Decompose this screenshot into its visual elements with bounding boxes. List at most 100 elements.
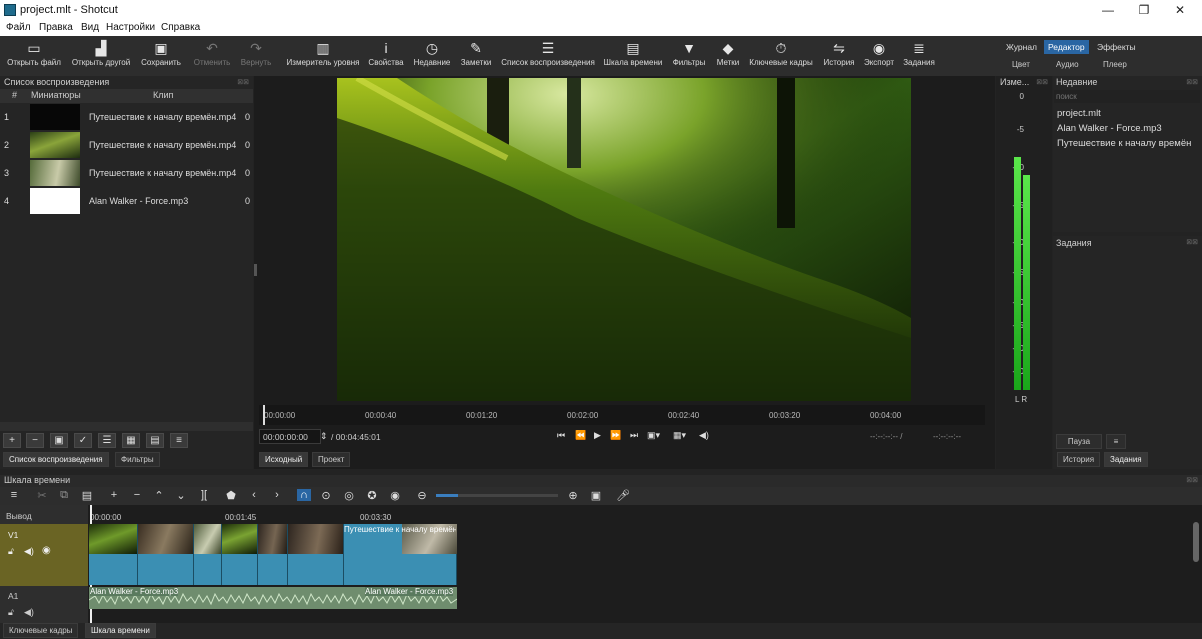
scrub-icon[interactable]: ⊙ xyxy=(319,489,333,502)
mute-icon[interactable]: ◀︎) xyxy=(24,607,34,618)
volume-icon[interactable]: ◀︎) xyxy=(699,430,709,441)
ripple-markers-icon[interactable]: ◉ xyxy=(388,489,402,502)
layout-player[interactable]: Плеер xyxy=(1103,60,1127,69)
next-marker-icon[interactable]: › xyxy=(270,489,284,501)
rewind-icon[interactable]: ⏪ xyxy=(575,430,586,441)
export-button[interactable]: ◉ Экспорт xyxy=(862,38,896,74)
lock-icon[interactable]: 🔓︎ xyxy=(8,546,14,557)
marker-icon[interactable]: ⬟ xyxy=(224,489,238,502)
playlist-check-button[interactable]: ✓ xyxy=(74,433,92,448)
zoom-in-icon[interactable]: ⊕ xyxy=(566,489,580,502)
zoom-fit-icon[interactable]: ▣ xyxy=(589,489,603,502)
viewer-time-ruler[interactable]: 00:00:00 00:00:40 00:01:20 00:02:00 00:0… xyxy=(259,405,985,425)
menu-edit[interactable]: Правка xyxy=(39,22,73,33)
video-clip[interactable] xyxy=(89,524,138,585)
playlist-add-button[interactable]: + xyxy=(3,433,21,448)
timecode-field[interactable]: 00:00:00:00 xyxy=(259,429,321,444)
dock-float-icon[interactable]: ⊠⊠ xyxy=(237,78,249,86)
tab-filters[interactable]: Фильтры xyxy=(115,452,160,467)
jobs-button[interactable]: ≣ Задания xyxy=(900,38,938,74)
playlist-details-view-button[interactable]: ☰ xyxy=(98,433,116,448)
recent-item[interactable]: Путешествие к началу времён xyxy=(1057,138,1197,149)
playlist-hscrollbar[interactable] xyxy=(0,422,253,431)
open-other-button[interactable]: ▟ Открыть другой xyxy=(68,38,134,74)
recent-item[interactable]: project.mlt xyxy=(1057,108,1197,119)
paste-icon[interactable]: ▤ xyxy=(80,489,94,502)
menu-settings[interactable]: Настройки xyxy=(106,22,155,33)
timeline-menu-icon[interactable]: ≡ xyxy=(7,489,21,501)
playlist-row[interactable]: 2 Путешествие к началу времён.mp4 0 xyxy=(0,131,253,159)
video-clip[interactable] xyxy=(194,524,222,585)
playlist-row[interactable]: 3 Путешествие к началу времён.mp4 0 xyxy=(0,159,253,187)
fast-forward-icon[interactable]: ⏩ xyxy=(610,430,621,441)
recent-item[interactable]: Alan Walker - Force.mp3 xyxy=(1057,123,1197,134)
lift-icon[interactable]: ⌃ xyxy=(152,489,166,502)
zoom-out-icon[interactable]: ⊖ xyxy=(415,489,429,502)
redo-button[interactable]: ↷ Вернуть xyxy=(236,38,276,74)
layout-editing[interactable]: Редактор xyxy=(1044,40,1089,54)
video-clip[interactable] xyxy=(222,524,258,585)
audio-track-header-a1[interactable]: A1 🔓︎ ◀︎) xyxy=(0,588,88,623)
playhead[interactable] xyxy=(263,405,265,425)
skip-to-end-icon[interactable]: ⏭ xyxy=(630,430,638,441)
filters-button[interactable]: ▼ Фильтры xyxy=(670,38,708,74)
cut-icon[interactable]: ✂ xyxy=(35,489,49,502)
tab-source[interactable]: Исходный xyxy=(259,452,309,467)
grid-icon[interactable]: ▦▾ xyxy=(673,430,686,441)
tab-timeline[interactable]: Шкала времени xyxy=(85,623,156,638)
mute-icon[interactable]: ◀︎) xyxy=(24,546,34,557)
zoom-slider[interactable] xyxy=(436,494,558,497)
tab-project[interactable]: Проект xyxy=(312,452,351,467)
history-button[interactable]: ⇋ История xyxy=(820,38,858,74)
recent-button[interactable]: ◷ Недавние xyxy=(410,38,454,74)
prev-marker-icon[interactable]: ‹ xyxy=(247,489,261,501)
close-button[interactable]: ✕ xyxy=(1162,0,1198,20)
overwrite-icon[interactable]: ⌄ xyxy=(174,489,188,502)
tab-jobs[interactable]: Задания xyxy=(1104,452,1148,467)
ripple-all-icon[interactable]: ✪ xyxy=(365,489,379,502)
play-icon[interactable]: ▶ xyxy=(594,430,601,441)
playlist-tiles-view-button[interactable]: ▦ xyxy=(122,433,140,448)
zoom-icon[interactable]: ▣▾ xyxy=(647,430,660,441)
video-clip[interactable] xyxy=(138,524,194,585)
playlist-menu-button[interactable]: ≡ xyxy=(170,433,188,448)
playlist-update-button[interactable]: ▣ xyxy=(50,433,68,448)
remove-icon[interactable]: − xyxy=(130,489,144,501)
properties-button[interactable]: i Свойства xyxy=(366,38,406,74)
dock-float-icon[interactable]: ⊠⊠ xyxy=(1186,238,1198,246)
spin-arrows-icon[interactable]: ⇕ xyxy=(320,431,328,442)
tab-keyframes[interactable]: Ключевые кадры xyxy=(3,623,79,638)
video-clip[interactable] xyxy=(258,524,288,585)
notes-button[interactable]: ✎ Заметки xyxy=(457,38,495,74)
audio-meter-button[interactable]: ▥ Измеритель уровня xyxy=(284,38,362,74)
playlist-icons-view-button[interactable]: ▤ xyxy=(146,433,164,448)
visibility-eye-icon[interactable]: ◉ xyxy=(42,545,51,556)
col-number[interactable]: # xyxy=(12,90,17,100)
col-thumbnails[interactable]: Миниатюры xyxy=(31,90,81,100)
playlist-row[interactable]: 1 Путешествие к началу времён.mp4 0 xyxy=(0,103,253,131)
playlist-button[interactable]: ☰ Список воспроизведения xyxy=(499,38,597,74)
col-clip[interactable]: Клип xyxy=(153,90,173,100)
audio-clip[interactable]: Alan Walker - Force.mp3 Alan Walker - Fo… xyxy=(89,587,457,609)
layout-fx[interactable]: Эффекты xyxy=(1093,40,1140,54)
split-icon[interactable]: ][ xyxy=(197,489,211,501)
save-button[interactable]: ▣ Сохранить xyxy=(138,38,184,74)
dock-float-icon[interactable]: ⊠⊠ xyxy=(1186,476,1198,484)
dock-float-icon[interactable]: ⊠⊠ xyxy=(1036,78,1048,86)
minimize-button[interactable]: — xyxy=(1090,0,1126,20)
recent-search-input[interactable] xyxy=(1054,90,1200,103)
menu-view[interactable]: Вид xyxy=(81,22,99,33)
dock-float-icon[interactable]: ⊠⊠ xyxy=(1186,78,1198,86)
undo-button[interactable]: ↶ Отменить xyxy=(190,38,234,74)
viewer-splitter[interactable] xyxy=(254,264,257,276)
layout-color[interactable]: Цвет xyxy=(1012,60,1030,69)
menu-help[interactable]: Справка xyxy=(161,22,200,33)
markers-button[interactable]: ◆ Метки xyxy=(713,38,743,74)
playlist-remove-button[interactable]: − xyxy=(26,433,44,448)
video-clip[interactable]: Путешествие к началу времён xyxy=(344,524,457,585)
tab-history[interactable]: История xyxy=(1057,452,1101,467)
ripple-icon[interactable]: ◎ xyxy=(342,489,356,502)
record-audio-icon[interactable]: 🎤︎ xyxy=(616,489,630,502)
skip-to-start-icon[interactable]: ⏮ xyxy=(557,430,565,441)
video-track-header-v1[interactable]: V1 🔓︎ ◀︎) ◉ xyxy=(0,524,88,586)
